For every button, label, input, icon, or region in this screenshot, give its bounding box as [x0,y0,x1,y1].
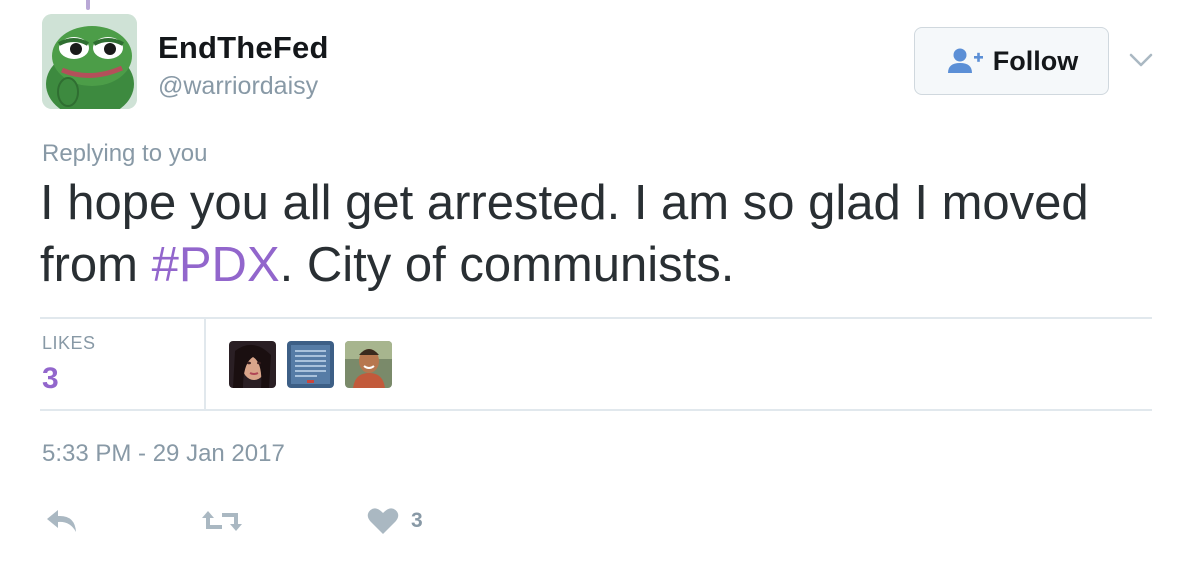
likes-label: LIKES [42,333,96,353]
user-handle[interactable]: @warriordaisy [158,72,318,101]
user-avatar[interactable] [42,14,137,109]
retweet-icon [202,511,242,531]
chevron-down-icon[interactable] [1128,50,1154,70]
add-user-icon [947,48,983,73]
liker-avatar-1[interactable] [229,341,276,388]
liker-avatar-2[interactable] [287,341,334,388]
tweet-text: I hope you all get arrested. I am so gla… [40,172,1160,296]
heart-icon [367,508,399,534]
divider-bottom [40,409,1152,411]
follow-button[interactable]: Follow [914,27,1109,95]
reply-icon [47,510,76,532]
tweet-text-part-2: . City of communists. [279,238,735,292]
divider-top [40,317,1152,319]
follow-button-label: Follow [992,45,1079,76]
like-count: 3 [411,509,423,532]
like-button[interactable]: 3 [367,505,423,537]
hashtag-link[interactable]: #PDX [152,238,280,292]
likes-count[interactable]: 3 [42,362,59,396]
retweet-button[interactable] [200,505,244,537]
tweet-timestamp[interactable]: 5:33 PM - 29 Jan 2017 [42,440,285,468]
thread-connector-line [86,0,90,10]
liker-avatar-3[interactable] [345,341,392,388]
user-display-name[interactable]: EndTheFed [158,30,329,66]
frog-avatar-icon [42,14,137,109]
reply-context: Replying to you [42,140,208,167]
reply-button[interactable] [45,505,79,537]
stats-divider [204,319,206,409]
